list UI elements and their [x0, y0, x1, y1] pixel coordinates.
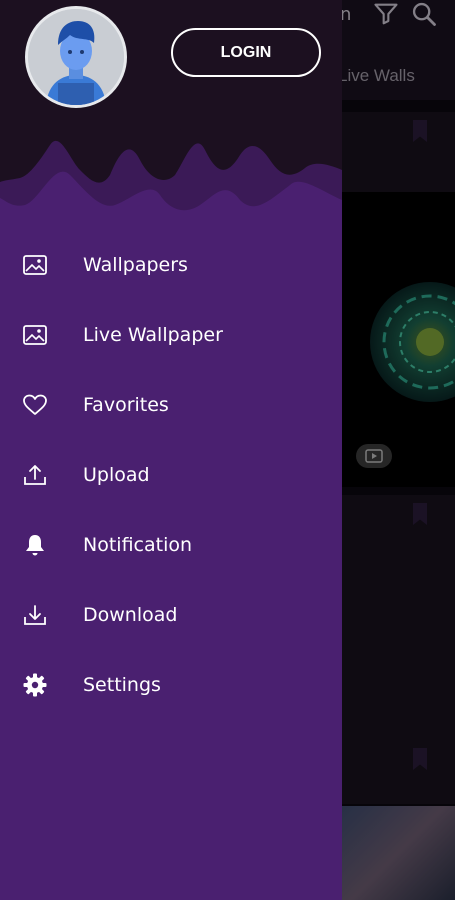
menu-item-settings[interactable]: Settings: [0, 650, 342, 720]
heart-icon: [22, 392, 48, 418]
menu-item-live-wallpaper[interactable]: Live Wallpaper: [0, 300, 342, 370]
menu-item-upload[interactable]: Upload: [0, 440, 342, 510]
image-icon: [22, 252, 48, 278]
menu-item-download[interactable]: Download: [0, 580, 342, 650]
drawer-header: LOGIN: [0, 0, 342, 240]
menu-item-label: Notification: [83, 534, 193, 556]
menu-item-label: Settings: [83, 674, 161, 696]
menu-item-wallpapers[interactable]: Wallpapers: [0, 230, 342, 300]
download-icon: [22, 602, 48, 628]
image-icon: [22, 322, 48, 348]
login-button[interactable]: LOGIN: [171, 28, 321, 77]
upload-icon: [22, 462, 48, 488]
avatar[interactable]: [25, 6, 127, 108]
menu-item-label: Live Wallpaper: [83, 324, 223, 346]
menu-item-label: Favorites: [83, 394, 169, 416]
navigation-drawer: LOGIN Wallpapers Live Wallpaper Favorite…: [0, 0, 342, 900]
bell-icon: [22, 532, 48, 558]
menu-item-label: Download: [83, 604, 178, 626]
avatar-icon: [28, 9, 124, 105]
drawer-menu: Wallpapers Live Wallpaper Favorites Uplo…: [0, 230, 342, 720]
menu-item-label: Wallpapers: [83, 254, 188, 276]
menu-item-notification[interactable]: Notification: [0, 510, 342, 580]
menu-item-label: Upload: [83, 464, 150, 486]
menu-item-favorites[interactable]: Favorites: [0, 370, 342, 440]
gear-icon: [22, 672, 48, 698]
